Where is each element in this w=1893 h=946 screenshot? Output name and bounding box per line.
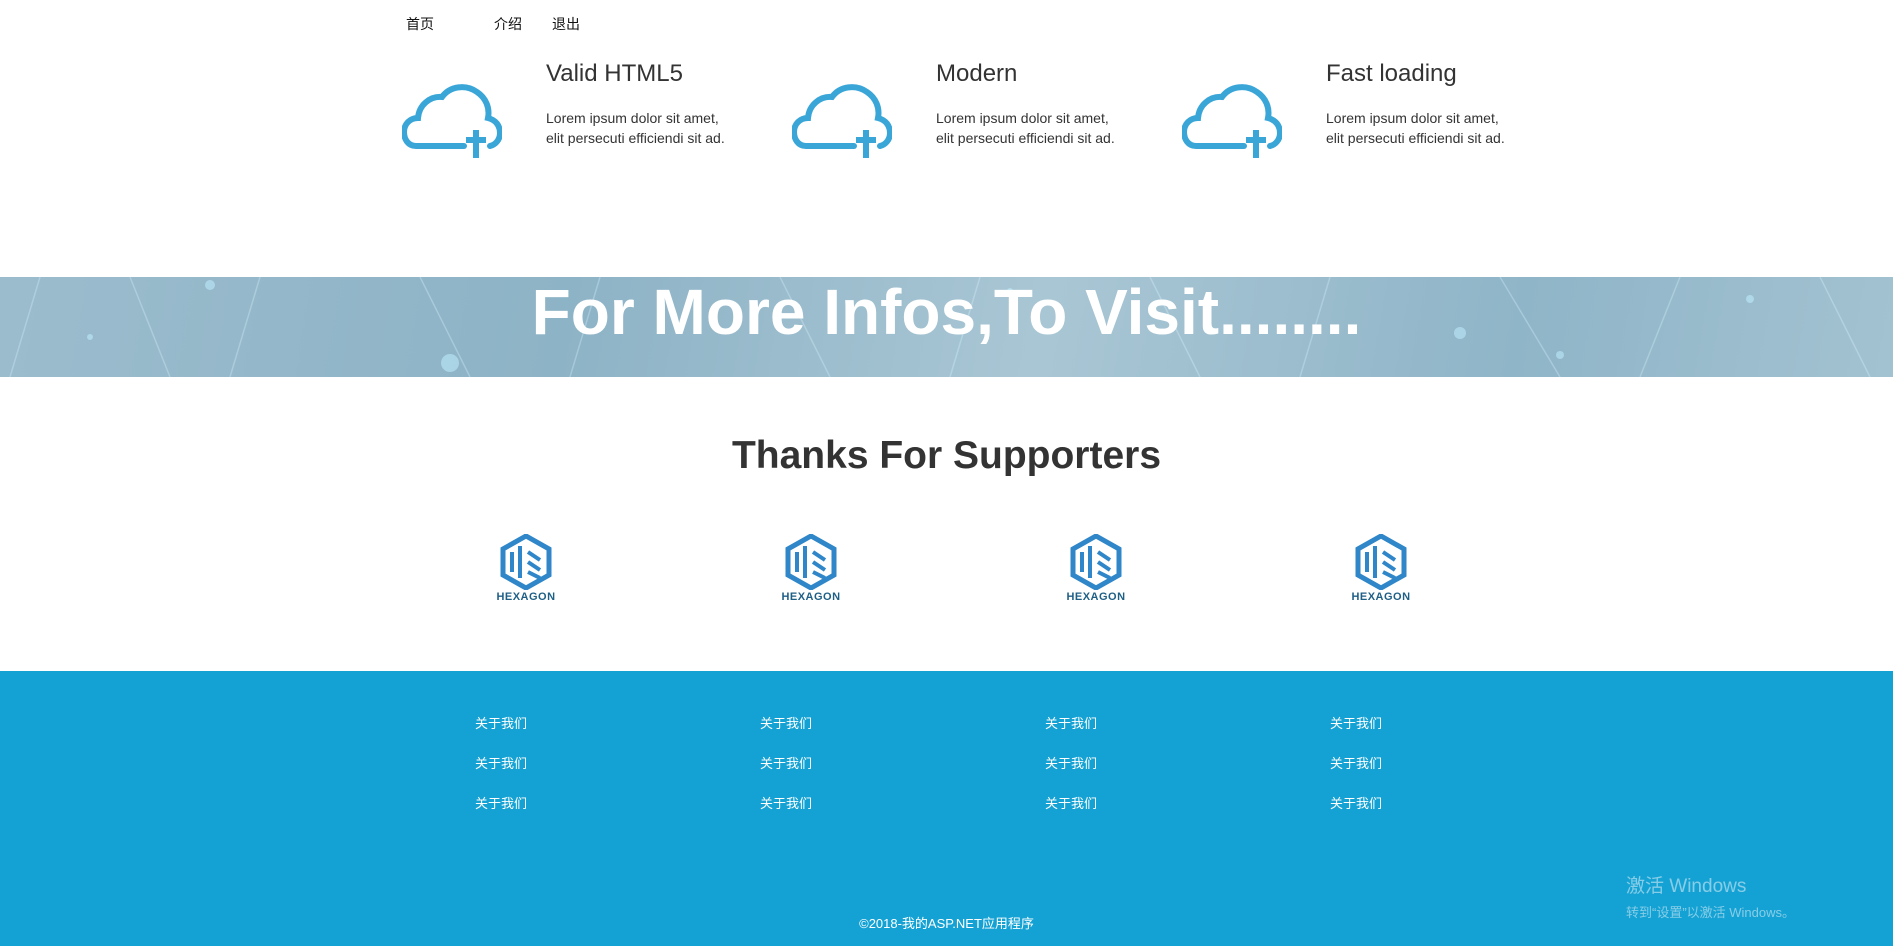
sponsor-name: HEXAGON bbox=[1351, 591, 1411, 603]
footer-link-about[interactable]: 关于我们 bbox=[1045, 753, 1097, 772]
footer-link-about[interactable]: 关于我们 bbox=[1045, 713, 1097, 732]
footer-link-about[interactable]: 关于我们 bbox=[1330, 713, 1382, 732]
sponsor-name: HEXAGON bbox=[781, 591, 841, 603]
cloud-plus-icon bbox=[402, 84, 502, 158]
nav-intro-link[interactable]: 介绍 bbox=[494, 14, 522, 34]
sponsor-logo-1[interactable]: HEXAGON bbox=[484, 534, 568, 606]
footer-link-about[interactable]: 关于我们 bbox=[760, 713, 812, 732]
feature-modern: Modern Lorem ipsum dolor sit amet, elit p… bbox=[792, 60, 1152, 170]
cloud-plus-icon bbox=[1182, 84, 1282, 158]
nav-logout-link[interactable]: 退出 bbox=[552, 14, 580, 34]
feature-title: Fast loading bbox=[1326, 60, 1457, 87]
hexagon-logo-icon bbox=[500, 534, 552, 590]
sponsor-logo-4[interactable]: HEXAGON bbox=[1339, 534, 1423, 606]
footer-link-about[interactable]: 关于我们 bbox=[1330, 753, 1382, 772]
hexagon-logo-icon bbox=[1070, 534, 1122, 590]
footer-link-about[interactable]: 关于我们 bbox=[475, 753, 527, 772]
visit-banner: For More Infos,To Visit........ bbox=[0, 277, 1893, 377]
hexagon-logo-icon bbox=[1355, 534, 1407, 590]
footer-link-about[interactable]: 关于我们 bbox=[760, 793, 812, 812]
sponsor-logo-2[interactable]: HEXAGON bbox=[769, 534, 853, 606]
sponsor-name: HEXAGON bbox=[1066, 591, 1126, 603]
copyright-text: ©2018-我的ASP.NET应用程序 bbox=[859, 916, 1034, 931]
sponsor-logo-3[interactable]: HEXAGON bbox=[1054, 534, 1138, 606]
feature-title: Valid HTML5 bbox=[546, 60, 683, 87]
feature-text: Lorem ipsum dolor sit amet, elit persecut… bbox=[546, 110, 725, 146]
supporters-heading: Thanks For Supporters bbox=[731, 434, 1162, 477]
feature-title: Modern bbox=[936, 60, 1018, 87]
site-footer: 关于我们 关于我们 关于我们 关于我们 关于我们 关于我们 关于我们 关于我们 … bbox=[0, 671, 1893, 946]
footer-link-about[interactable]: 关于我们 bbox=[475, 713, 527, 732]
footer-link-about[interactable]: 关于我们 bbox=[1330, 793, 1382, 812]
footer-link-about[interactable]: 关于我们 bbox=[1045, 793, 1097, 812]
banner-heading: For More Infos,To Visit........ bbox=[531, 277, 1362, 348]
feature-fast-loading: Fast loading Lorem ipsum dolor sit amet,… bbox=[1182, 60, 1542, 170]
cloud-plus-icon bbox=[792, 84, 892, 158]
feature-text: Lorem ipsum dolor sit amet, elit persecut… bbox=[936, 110, 1115, 146]
feature-valid-html5: Valid HTML5 Lorem ipsum dolor sit amet, e… bbox=[402, 60, 762, 170]
footer-link-about[interactable]: 关于我们 bbox=[475, 793, 527, 812]
feature-text: Lorem ipsum dolor sit amet, elit persecut… bbox=[1326, 110, 1505, 146]
watermark-title: 激活 Windows bbox=[1626, 876, 1747, 897]
hexagon-logo-icon bbox=[785, 534, 837, 590]
nav-home-link[interactable]: 首页 bbox=[406, 14, 434, 34]
footer-link-about[interactable]: 关于我们 bbox=[760, 753, 812, 772]
sponsor-name: HEXAGON bbox=[496, 591, 556, 603]
